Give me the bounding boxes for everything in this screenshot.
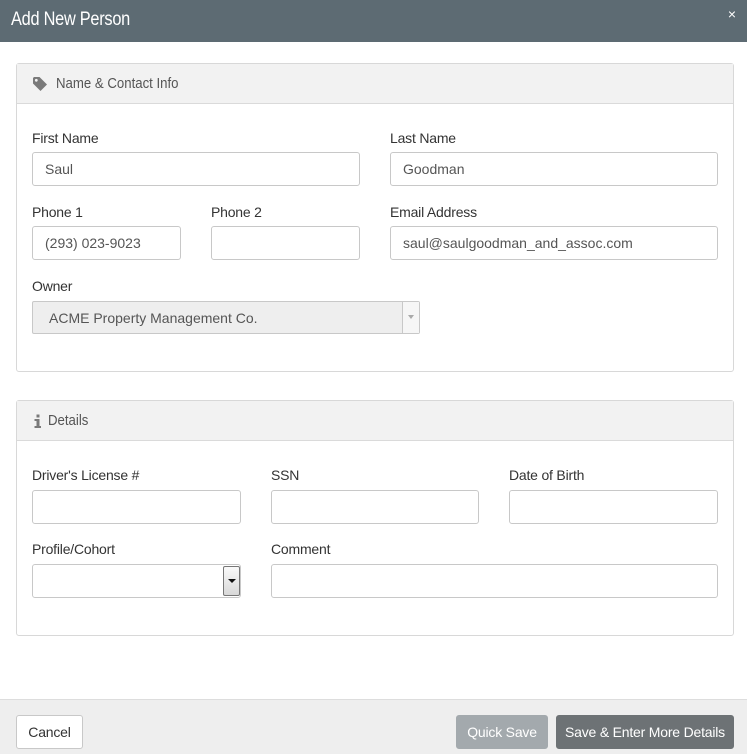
dialog-header: Add New Person × [0, 0, 747, 42]
owner-select-arrow[interactable] [402, 302, 419, 333]
cancel-button[interactable]: Cancel [16, 715, 83, 749]
profile-select[interactable] [32, 564, 241, 598]
dob-label: Date of Birth [509, 467, 585, 483]
license-input[interactable] [32, 490, 241, 524]
first-name-input[interactable] [32, 152, 360, 186]
ssn-label: SSN [271, 467, 300, 483]
first-name-label: First Name [32, 130, 99, 146]
save-and-enter-more-details-button[interactable]: Save & Enter More Details [556, 715, 734, 749]
owner-select-value: ACME Property Management Co. [49, 310, 258, 326]
profile-select-arrow[interactable] [223, 566, 240, 596]
tag-icon [33, 77, 47, 91]
quick-save-button[interactable]: Quick Save [456, 715, 548, 749]
chevron-down-icon [408, 315, 414, 319]
email-input[interactable] [390, 226, 718, 260]
comment-input[interactable] [271, 564, 718, 598]
contact-info-panel-header: Name & Contact Info [17, 64, 733, 104]
comment-label: Comment [271, 541, 331, 557]
phone2-input[interactable] [211, 226, 360, 260]
phone1-label: Phone 1 [32, 204, 83, 220]
email-label: Email Address [390, 204, 477, 220]
last-name-label: Last Name [390, 130, 456, 146]
license-label: Driver's License # [32, 467, 140, 483]
phone1-input[interactable] [32, 226, 181, 260]
last-name-input[interactable] [390, 152, 718, 186]
profile-label: Profile/Cohort [32, 541, 115, 557]
phone2-label: Phone 2 [211, 204, 262, 220]
dialog-title: Add New Person [11, 9, 131, 30]
dob-input[interactable] [509, 490, 718, 524]
chevron-down-icon [228, 579, 236, 583]
ssn-input[interactable] [271, 490, 479, 524]
owner-label: Owner [32, 278, 73, 294]
contact-info-title: Name & Contact Info [56, 75, 179, 92]
details-title: Details [48, 412, 89, 429]
dialog-footer: Cancel Quick Save Save & Enter More Deta… [0, 699, 747, 754]
info-icon [34, 414, 41, 428]
details-panel-header: Details [17, 401, 733, 441]
close-icon[interactable]: × [725, 7, 739, 21]
owner-select[interactable]: ACME Property Management Co. [32, 301, 420, 334]
